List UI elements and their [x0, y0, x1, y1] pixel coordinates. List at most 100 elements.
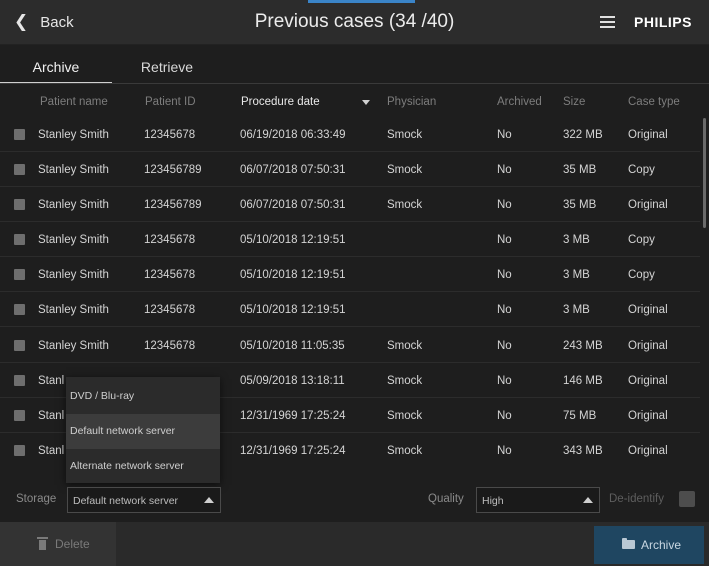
archive-label: Archive: [641, 538, 682, 552]
cell-archived: No: [497, 269, 512, 281]
table-header: Patient name Patient ID Procedure date P…: [0, 92, 709, 114]
cell-physician: Smock: [387, 340, 423, 352]
cell-procedure-date: 06/07/2018 07:50:31: [240, 199, 346, 211]
cell-procedure-date: 05/10/2018 12:19:51: [240, 304, 346, 316]
column-header-case-type[interactable]: Case type: [628, 96, 680, 108]
cell-size: 343 MB: [563, 445, 603, 457]
cell-patient-name: Stanley Smith: [38, 269, 109, 281]
cell-size: 146 MB: [563, 375, 603, 387]
cell-case-type: Original: [628, 304, 668, 316]
cell-case-type: Copy: [628, 269, 655, 281]
cell-archived: No: [497, 234, 512, 246]
storage-label: Storage: [16, 493, 57, 505]
row-checkbox[interactable]: [14, 445, 25, 456]
table-row[interactable]: Stanley Smith 12345678 05/10/2018 12:19:…: [0, 257, 700, 292]
cell-procedure-date: 06/19/2018 06:33:49: [240, 129, 346, 141]
cell-physician: Smock: [387, 164, 423, 176]
cell-case-type: Original: [628, 340, 668, 352]
table-row[interactable]: Stanley Smith 12345678 05/10/2018 11:05:…: [0, 328, 700, 363]
quality-label: Quality: [428, 493, 464, 505]
cell-physician: Smock: [387, 410, 423, 422]
cell-patient-name: Stanl: [38, 445, 65, 457]
cell-case-type: Original: [628, 129, 668, 141]
brand-logo: PHILIPS: [634, 14, 692, 30]
storage-option-alternate-server[interactable]: Alternate network server: [66, 449, 220, 484]
cell-patient-name: Stanley Smith: [38, 129, 109, 141]
cell-patient-id: 123456789: [144, 164, 202, 176]
column-header-size[interactable]: Size: [563, 96, 585, 108]
column-header-patient-name[interactable]: Patient name: [40, 96, 108, 108]
cell-patient-id: 12345678: [144, 129, 196, 141]
row-checkbox[interactable]: [14, 234, 25, 245]
tabs-divider: [0, 83, 709, 84]
tab-archive[interactable]: Archive: [0, 52, 112, 84]
cell-procedure-date: 05/10/2018 12:19:51: [240, 269, 346, 281]
quality-select[interactable]: High: [476, 487, 600, 513]
cell-patient-name: Stanl: [38, 375, 65, 387]
column-header-archived[interactable]: Archived: [497, 96, 542, 108]
chevron-up-icon: [583, 497, 593, 503]
archive-button[interactable]: Archive: [594, 526, 704, 564]
column-header-procedure-date[interactable]: Procedure date: [241, 96, 320, 108]
back-label: Back: [40, 13, 74, 31]
title-accent-bar: [308, 0, 415, 3]
chevron-left-icon: ❮: [14, 12, 29, 31]
table-scrollbar[interactable]: [703, 118, 706, 228]
cell-patient-name: Stanley Smith: [38, 234, 109, 246]
table-row[interactable]: Stanley Smith 12345678 06/19/2018 06:33:…: [0, 117, 700, 152]
tab-retrieve[interactable]: Retrieve: [112, 52, 222, 82]
chevron-up-icon: [204, 497, 214, 503]
cell-patient-name: Stanley Smith: [38, 304, 109, 316]
cell-physician: Smock: [387, 445, 423, 457]
back-button[interactable]: ❮ Back: [14, 0, 74, 44]
table-row[interactable]: Stanley Smith 12345678 05/10/2018 12:19:…: [0, 292, 700, 327]
storage-option-dvd[interactable]: DVD / Blu-ray: [66, 379, 220, 414]
row-checkbox[interactable]: [14, 340, 25, 351]
cell-procedure-date: 06/07/2018 07:50:31: [240, 164, 346, 176]
cell-patient-name: Stanley Smith: [38, 164, 109, 176]
row-checkbox[interactable]: [14, 269, 25, 280]
cell-size: 322 MB: [563, 129, 603, 141]
cell-procedure-date: 05/10/2018 12:19:51: [240, 234, 346, 246]
row-checkbox[interactable]: [14, 375, 25, 386]
row-checkbox[interactable]: [14, 410, 25, 421]
table-row[interactable]: Stanley Smith 12345678 05/10/2018 12:19:…: [0, 222, 700, 257]
column-header-physician[interactable]: Physician: [387, 96, 436, 108]
row-checkbox[interactable]: [14, 199, 25, 210]
cell-patient-id: 123456789: [144, 199, 202, 211]
cell-case-type: Original: [628, 445, 668, 457]
quality-select-value: High: [482, 495, 504, 507]
table-row[interactable]: Stanley Smith 123456789 06/07/2018 07:50…: [0, 152, 700, 187]
cell-archived: No: [497, 375, 512, 387]
cell-archived: No: [497, 129, 512, 141]
cell-patient-name: Stanley Smith: [38, 199, 109, 211]
cell-patient-id: 12345678: [144, 340, 196, 352]
cell-procedure-date: 05/09/2018 13:18:11: [240, 375, 345, 387]
folder-icon: [622, 538, 635, 549]
cell-archived: No: [497, 164, 512, 176]
storage-option-default-server[interactable]: Default network server: [66, 414, 220, 449]
storage-select[interactable]: Default network server: [67, 487, 221, 513]
cell-physician: Smock: [387, 129, 423, 141]
deidentify-checkbox[interactable]: [679, 491, 695, 507]
cell-case-type: Original: [628, 199, 668, 211]
cell-patient-id: 12345678: [144, 269, 196, 281]
column-header-patient-id[interactable]: Patient ID: [145, 96, 196, 108]
cell-archived: No: [497, 340, 512, 352]
row-checkbox[interactable]: [14, 129, 25, 140]
row-checkbox[interactable]: [14, 304, 25, 315]
storage-dropdown-menu: DVD / Blu-ray Default network server Alt…: [66, 377, 220, 483]
cell-archived: No: [497, 445, 512, 457]
cell-patient-id: 12345678: [144, 304, 196, 316]
hamburger-menu-icon[interactable]: [600, 16, 615, 28]
cell-patient-name: Stanl: [38, 410, 65, 422]
trash-icon: [37, 537, 48, 550]
cell-archived: No: [497, 304, 512, 316]
table-row[interactable]: Stanley Smith 123456789 06/07/2018 07:50…: [0, 187, 700, 222]
cell-size: 3 MB: [563, 304, 590, 316]
row-checkbox[interactable]: [14, 164, 25, 175]
delete-button[interactable]: Delete: [0, 522, 116, 566]
cell-case-type: Copy: [628, 234, 655, 246]
title-bar: ❮ Back Previous cases (34 /40) PHILIPS: [0, 0, 709, 45]
cell-size: 243 MB: [563, 340, 603, 352]
